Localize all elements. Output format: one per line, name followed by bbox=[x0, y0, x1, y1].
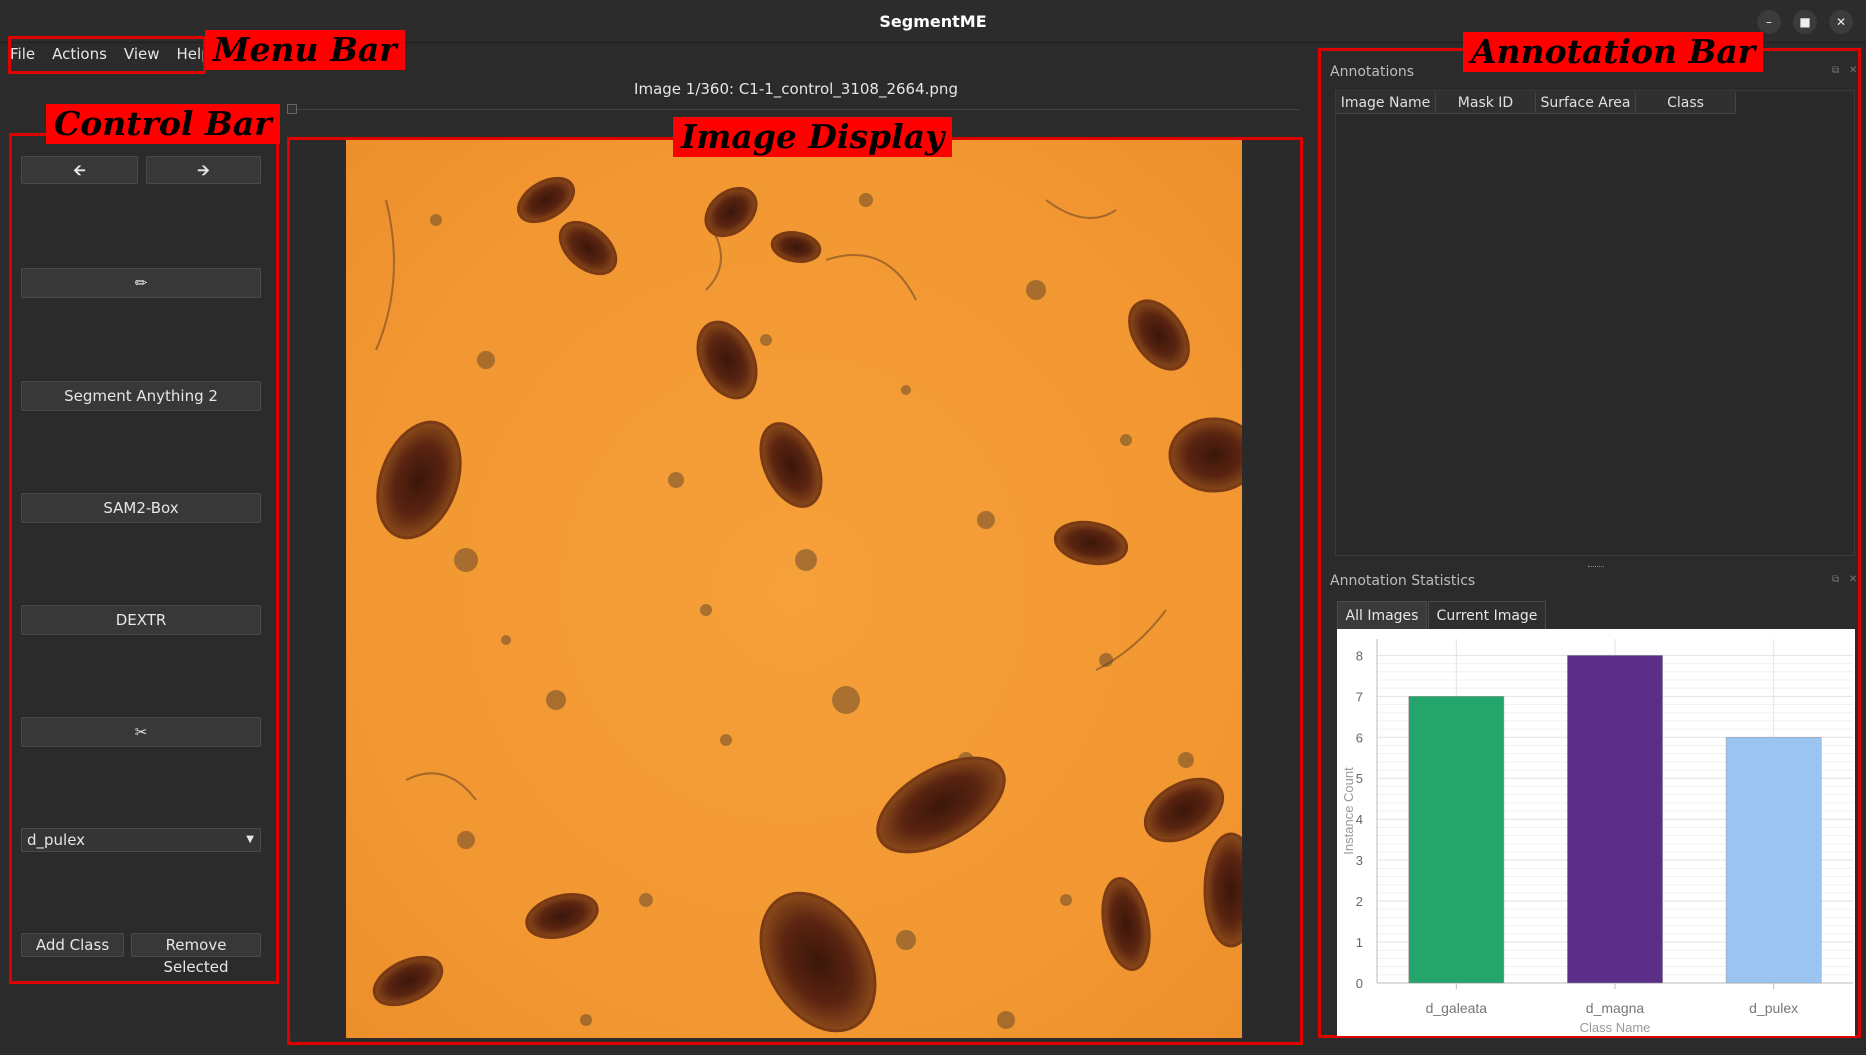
y-tick-label: 0 bbox=[1356, 976, 1363, 991]
x-tick-label: d_magna bbox=[1586, 1000, 1645, 1016]
class-select-value: d_pulex bbox=[27, 831, 86, 849]
bar-d_pulex bbox=[1725, 737, 1822, 984]
menu-bar-highlight bbox=[8, 36, 206, 74]
stats-panel-title: Annotation Statistics bbox=[1330, 573, 1476, 589]
tab-all-images[interactable]: All Images bbox=[1337, 601, 1427, 629]
image-header: Image 1/360: C1-1_control_3108_2664.png bbox=[634, 80, 958, 98]
close-panel-icon[interactable]: ✕ bbox=[1849, 65, 1857, 76]
minimize-icon: – bbox=[1766, 15, 1772, 29]
y-tick-label: 6 bbox=[1356, 730, 1363, 745]
col-mask-id[interactable]: Mask ID bbox=[1436, 92, 1536, 114]
class-select[interactable]: d_pulex ▼ bbox=[21, 828, 261, 852]
sam2-box-button[interactable]: SAM2-Box bbox=[21, 493, 261, 523]
col-class[interactable]: Class bbox=[1636, 92, 1736, 114]
undock-icon[interactable]: ⧉ bbox=[1832, 65, 1839, 76]
annotation-bar-label: Annotation Bar bbox=[1463, 32, 1764, 72]
splitter-handle[interactable] bbox=[1588, 566, 1604, 570]
image-slider-track[interactable] bbox=[287, 109, 1299, 110]
y-tick-label: 2 bbox=[1356, 894, 1363, 909]
y-axis-title: Instance Count bbox=[1341, 767, 1356, 855]
cut-tool-button[interactable]: ✂ bbox=[21, 717, 261, 747]
control-bar-highlight bbox=[9, 133, 279, 984]
col-image-name[interactable]: Image Name bbox=[1336, 92, 1436, 114]
arrow-right-icon: 🡪 bbox=[197, 161, 210, 179]
draw-tool-button[interactable]: ✏ bbox=[21, 268, 261, 298]
arrow-left-icon: 🡨 bbox=[73, 161, 86, 179]
x-tick-label: d_pulex bbox=[1749, 1000, 1798, 1016]
x-tick-label: d_galeata bbox=[1426, 1000, 1488, 1016]
x-axis-title: Class Name bbox=[1580, 1020, 1651, 1035]
bar-chart: 0 1 2 3 4 5 6 7 8 d_galeata d_magna d_pulex Instance… bbox=[1341, 639, 1853, 1035]
maximize-icon: ■ bbox=[1799, 15, 1811, 29]
annotations-table[interactable] bbox=[1335, 90, 1855, 556]
y-tick-label: 5 bbox=[1356, 771, 1363, 786]
pencil-icon: ✏ bbox=[134, 274, 148, 292]
undock-icon[interactable]: ⧉ bbox=[1832, 574, 1839, 585]
annotations-panel-title: Annotations bbox=[1330, 64, 1415, 80]
close-button[interactable]: ✕ bbox=[1829, 10, 1853, 34]
menu-bar-label: Menu Bar bbox=[205, 30, 405, 70]
close-icon: ✕ bbox=[1835, 15, 1847, 29]
stats-chart: 0 1 2 3 4 5 6 7 8 d_galeata d_magna d_pulex Instance… bbox=[1337, 629, 1855, 1036]
window-title: SegmentME bbox=[879, 12, 987, 31]
segment-anything-2-button[interactable]: Segment Anything 2 bbox=[21, 381, 261, 411]
image-display-label: Image Display bbox=[673, 117, 953, 157]
close-panel-icon[interactable]: ✕ bbox=[1849, 574, 1857, 585]
y-tick-label: 4 bbox=[1356, 812, 1363, 827]
prev-image-button[interactable]: 🡨 bbox=[21, 156, 138, 184]
control-bar-label: Control Bar bbox=[46, 104, 280, 144]
y-tick-label: 7 bbox=[1356, 689, 1363, 704]
next-image-button[interactable]: 🡪 bbox=[146, 156, 261, 184]
chevron-down-icon: ▼ bbox=[246, 834, 254, 845]
tab-current-image[interactable]: Current Image bbox=[1428, 601, 1546, 629]
image-slider-handle[interactable] bbox=[287, 104, 297, 114]
add-class-button[interactable]: Add Class bbox=[21, 933, 124, 957]
remove-selected-button[interactable]: Remove Selected bbox=[131, 933, 261, 976]
maximize-button[interactable]: ■ bbox=[1793, 10, 1817, 34]
bar-d_galeata bbox=[1408, 696, 1505, 984]
y-tick-label: 3 bbox=[1356, 853, 1363, 868]
y-tick-label: 1 bbox=[1356, 935, 1363, 950]
bar-d_magna bbox=[1567, 655, 1663, 984]
dextr-button[interactable]: DEXTR bbox=[21, 605, 261, 635]
image-display-highlight bbox=[287, 137, 1303, 1045]
y-tick-label: 8 bbox=[1356, 648, 1363, 663]
minimize-button[interactable]: – bbox=[1757, 10, 1781, 34]
col-surface-area[interactable]: Surface Area bbox=[1536, 92, 1636, 114]
scissors-icon: ✂ bbox=[134, 723, 148, 741]
